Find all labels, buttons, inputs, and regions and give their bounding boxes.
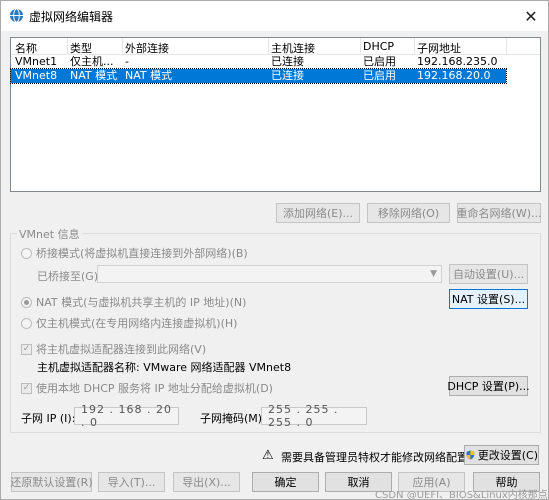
- radio-indicator-selected: [21, 296, 32, 308]
- subnet-mask-field[interactable]: 255 . 255 . 255 . 0: [261, 403, 367, 429]
- remove-network-button[interactable]: 移除网络(O): [367, 203, 450, 223]
- host-only-label: 仅主机模式(在专用网络内连接虚拟机)(H): [36, 317, 238, 330]
- uac-shield-icon: [466, 450, 475, 460]
- export-button[interactable]: 导出(X)...: [173, 472, 240, 492]
- watermark-text: CSDN @UEFI、BIOS&Linux内核那点事: [375, 490, 549, 500]
- host-only-radio[interactable]: 仅主机模式(在专用网络内连接虚拟机)(H): [21, 315, 237, 331]
- cell-host: 已连接: [271, 69, 304, 82]
- network-globe-icon: [9, 8, 24, 23]
- cell-external: NAT 模式: [125, 69, 173, 82]
- close-icon[interactable]: ✕: [520, 5, 542, 27]
- list-header: 名称 类型 外部连接 主机连接 DHCP 子网地址: [11, 38, 540, 55]
- column-header-name[interactable]: 名称: [15, 40, 37, 55]
- cell-host: 已连接: [271, 55, 304, 68]
- title-bar: 虚拟网络编辑器 ✕: [1, 1, 548, 31]
- vmnet-info-title: VMnet 信息: [17, 226, 82, 242]
- bridge-mode-radio[interactable]: 桥接模式(将虚拟机直接连接到外部网络)(B): [21, 245, 248, 261]
- subnet-mask-label: 子网掩码(M):: [200, 412, 266, 425]
- add-network-button[interactable]: 添加网络(E)...: [276, 203, 360, 223]
- cell-subnet: 192.168.20.0: [417, 69, 491, 82]
- cell-name: VMnet1: [15, 55, 58, 68]
- cell-external: -: [125, 55, 129, 68]
- local-dhcp-label: 使用本地 DHCP 服务将 IP 地址分配给虚拟机(D): [36, 382, 273, 395]
- checkmark-icon: ✓: [21, 382, 32, 394]
- change-settings-label: 更改设置(C): [477, 449, 538, 462]
- nat-settings-button[interactable]: NAT 设置(S)...: [449, 289, 528, 309]
- cell-name: VMnet8: [15, 69, 58, 82]
- change-settings-button[interactable]: 更改设置(C): [464, 445, 539, 465]
- nat-mode-radio[interactable]: NAT 模式(与虚拟机共享主机的 IP 地址)(N): [21, 294, 246, 310]
- virtual-network-editor-window: 虚拟网络编辑器 ✕ 名称 类型 外部连接 主机连接 DHCP 子网地址 VMne…: [0, 0, 549, 500]
- warning-icon: ⚠: [262, 448, 274, 463]
- window-title: 虚拟网络编辑器: [29, 10, 114, 24]
- cell-subnet: 192.168.235.0: [417, 55, 498, 68]
- radio-indicator: [21, 247, 32, 259]
- subnet-ip-label: 子网 IP (I):: [21, 412, 76, 425]
- column-header-host[interactable]: 主机连接: [271, 40, 315, 55]
- local-dhcp-checkbox[interactable]: ✓ 使用本地 DHCP 服务将 IP 地址分配给虚拟机(D): [21, 380, 273, 396]
- bridged-to-select[interactable]: ▼: [97, 265, 442, 283]
- radio-indicator: [21, 317, 32, 329]
- cell-type: 仅主机...: [70, 55, 114, 68]
- network-list[interactable]: 名称 类型 外部连接 主机连接 DHCP 子网地址 VMnet1 仅主机... …: [10, 37, 541, 192]
- table-row-selected[interactable]: VMnet8 NAT 模式 NAT 模式 已连接 已启用 192.168.20.…: [10, 68, 507, 84]
- admin-notice-text: 需要具备管理员特权才能修改网络配置。: [281, 451, 479, 464]
- import-button[interactable]: 导入(T)...: [98, 472, 165, 492]
- column-header-subnet[interactable]: 子网地址: [417, 40, 461, 55]
- auto-settings-button[interactable]: 自动设置(U)...: [449, 264, 528, 284]
- column-header-external[interactable]: 外部连接: [125, 40, 169, 55]
- cell-dhcp: 已启用: [363, 69, 396, 82]
- checkmark-icon: ✓: [21, 343, 32, 355]
- chevron-down-icon: ▼: [430, 269, 437, 279]
- ok-button[interactable]: 确定: [252, 472, 319, 492]
- cell-type: NAT 模式: [70, 69, 118, 82]
- subnet-ip-field[interactable]: 192 . 168 . 20 . 0: [74, 403, 179, 429]
- cell-dhcp: 已启用: [363, 55, 396, 68]
- connect-adapter-label: 将主机虚拟适配器连接到此网络(V): [36, 343, 207, 356]
- bridge-mode-label: 桥接模式(将虚拟机直接连接到外部网络)(B): [36, 247, 248, 260]
- column-header-type[interactable]: 类型: [70, 40, 92, 55]
- nat-mode-label: NAT 模式(与虚拟机共享主机的 IP 地址)(N): [36, 296, 247, 309]
- adapter-name-text: 主机虚拟适配器名称: VMware 网络适配器 VMnet8: [37, 361, 292, 374]
- restore-defaults-button[interactable]: 还原默认设置(R): [10, 472, 93, 492]
- rename-network-button[interactable]: 重命名网络(W)...: [457, 203, 541, 223]
- connect-adapter-checkbox[interactable]: ✓ 将主机虚拟适配器连接到此网络(V): [21, 341, 206, 357]
- column-header-dhcp[interactable]: DHCP: [363, 40, 394, 54]
- dhcp-settings-button[interactable]: DHCP 设置(P)...: [447, 376, 530, 396]
- table-row[interactable]: VMnet1 仅主机... - 已连接 已启用 192.168.235.0: [11, 55, 506, 69]
- bridged-to-label: 已桥接至(G):: [37, 270, 102, 283]
